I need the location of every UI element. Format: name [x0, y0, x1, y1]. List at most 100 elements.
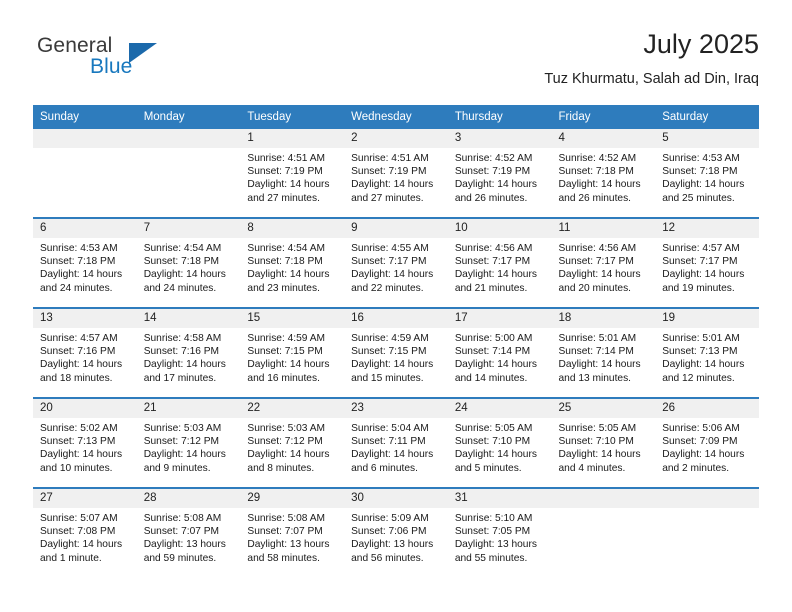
calendar-day-cell[interactable]: 29 Sunrise: 5:08 AM Sunset: 7:07 PM Dayligh…: [240, 487, 345, 577]
sunrise-time: Sunrise: 4:52 AM: [558, 153, 637, 164]
daylight-duration-line2: and 22 minutes.: [351, 282, 424, 294]
calendar-day-cell[interactable]: 19 Sunrise: 5:01 AM Sunset: 7:13 PM Dayligh…: [655, 307, 759, 398]
calendar-day-cell[interactable]: 18 Sunrise: 5:01 AM Sunset: 7:14 PM Dayligh…: [551, 307, 656, 398]
calendar-day-cell[interactable]: 3 Sunrise: 4:52 AM Sunset: 7:19 PM Daylight…: [447, 129, 552, 218]
sunrise-time: Sunrise: 4:51 AM: [247, 153, 325, 164]
sunset-time: Sunset: 7:13 PM: [662, 346, 738, 358]
daylight-duration-line2: and 20 minutes.: [558, 282, 632, 294]
daylight-duration-line2: and 27 minutes.: [247, 192, 320, 204]
calendar-day-cell[interactable]: 14 Sunrise: 4:58 AM Sunset: 7:16 PM Dayligh…: [136, 307, 241, 398]
calendar-day-cell[interactable]: 2 Sunrise: 4:51 AM Sunset: 7:19 PM Daylight…: [344, 129, 448, 218]
weekday-header-monday: Monday: [136, 105, 241, 129]
day-number: 17: [447, 309, 552, 328]
day-number: 14: [136, 309, 241, 328]
sunset-time: Sunset: 7:09 PM: [662, 436, 738, 448]
day-number: 6: [33, 219, 137, 238]
day-details: Sunrise: 5:03 AM Sunset: 7:12 PM Daylight:…: [137, 418, 241, 475]
calendar-day-cell[interactable]: 15 Sunrise: 4:59 AM Sunset: 7:15 PM Dayligh…: [240, 307, 345, 398]
calendar-week-row: 27 Sunrise: 5:07 AM Sunset: 7:08 PM Dayligh…: [33, 487, 759, 577]
day-details: [655, 508, 759, 512]
day-number: 31: [447, 489, 552, 508]
calendar-day-cell[interactable]: 1 Sunrise: 4:51 AM Sunset: 7:19 PM Daylight…: [240, 129, 345, 218]
sunrise-time: Sunrise: 5:01 AM: [558, 333, 637, 344]
sunrise-time: Sunrise: 4:53 AM: [40, 243, 118, 254]
daylight-duration-line2: and 56 minutes.: [351, 552, 424, 564]
daylight-duration-line2: and 16 minutes.: [247, 372, 320, 384]
day-details: Sunrise: 5:02 AM Sunset: 7:13 PM Daylight:…: [33, 418, 137, 475]
logo-text-blue: Blue: [90, 55, 133, 78]
day-details: Sunrise: 5:08 AM Sunset: 7:07 PM Daylight:…: [137, 508, 241, 565]
general-blue-logo[interactable]: General Blue: [33, 34, 263, 86]
daylight-duration-line1: Daylight: 14 hours: [40, 539, 123, 551]
calendar-day-cell[interactable]: 8 Sunrise: 4:54 AM Sunset: 7:18 PM Daylight…: [240, 217, 345, 308]
calendar-day-cell[interactable]: 16 Sunrise: 4:59 AM Sunset: 7:15 PM Dayligh…: [344, 307, 448, 398]
calendar-day-cell[interactable]: 4 Sunrise: 4:52 AM Sunset: 7:18 PM Daylight…: [551, 129, 656, 218]
day-details: Sunrise: 5:03 AM Sunset: 7:12 PM Daylight:…: [240, 418, 344, 475]
day-details: Sunrise: 5:07 AM Sunset: 7:08 PM Daylight:…: [33, 508, 137, 565]
sunset-time: Sunset: 7:19 PM: [247, 166, 323, 178]
day-details: Sunrise: 4:54 AM Sunset: 7:18 PM Daylight:…: [240, 238, 344, 295]
calendar-day-cell[interactable]: 10 Sunrise: 4:56 AM Sunset: 7:17 PM Dayligh…: [447, 217, 552, 308]
day-details: Sunrise: 5:01 AM Sunset: 7:14 PM Daylight:…: [552, 328, 656, 385]
daylight-duration-line2: and 26 minutes.: [558, 192, 632, 204]
daylight-duration-line1: Daylight: 13 hours: [247, 539, 330, 551]
day-details: Sunrise: 4:54 AM Sunset: 7:18 PM Daylight:…: [137, 238, 241, 295]
day-number: [136, 129, 241, 148]
daylight-duration-line2: and 5 minutes.: [454, 462, 522, 474]
day-number: [551, 489, 656, 508]
daylight-duration-line2: and 13 minutes.: [558, 372, 632, 384]
calendar-day-cell[interactable]: 5 Sunrise: 4:53 AM Sunset: 7:18 PM Daylight…: [655, 129, 759, 218]
calendar-day-cell[interactable]: 17 Sunrise: 5:00 AM Sunset: 7:14 PM Dayligh…: [447, 307, 552, 398]
day-details: Sunrise: 5:00 AM Sunset: 7:14 PM Daylight:…: [448, 328, 552, 385]
calendar-day-cell[interactable]: 13 Sunrise: 4:57 AM Sunset: 7:16 PM Dayligh…: [33, 307, 137, 398]
sunrise-time: Sunrise: 4:52 AM: [454, 153, 533, 164]
daylight-duration-line1: Daylight: 14 hours: [454, 179, 537, 191]
sunrise-time: Sunrise: 5:04 AM: [351, 423, 429, 434]
sunrise-time: Sunrise: 5:08 AM: [247, 513, 325, 524]
calendar-day-cell[interactable]: 22 Sunrise: 5:03 AM Sunset: 7:12 PM Dayligh…: [240, 397, 345, 488]
day-number: 9: [344, 219, 448, 238]
day-number: 13: [33, 309, 137, 328]
day-number: 23: [344, 399, 448, 418]
calendar-cell-empty: [655, 487, 759, 577]
daylight-duration-line2: and 21 minutes.: [454, 282, 528, 294]
day-number: 26: [655, 399, 759, 418]
calendar-body: 1 Sunrise: 4:51 AM Sunset: 7:19 PM Daylight…: [33, 129, 759, 577]
calendar-day-cell[interactable]: 11 Sunrise: 4:56 AM Sunset: 7:17 PM Dayligh…: [551, 217, 656, 308]
calendar-day-cell[interactable]: 23 Sunrise: 5:04 AM Sunset: 7:11 PM Dayligh…: [344, 397, 448, 488]
day-number: 20: [33, 399, 137, 418]
day-number: [33, 129, 137, 148]
day-number: 11: [551, 219, 656, 238]
calendar-day-cell[interactable]: 20 Sunrise: 5:02 AM Sunset: 7:13 PM Dayligh…: [33, 397, 137, 488]
calendar-day-cell[interactable]: 9 Sunrise: 4:55 AM Sunset: 7:17 PM Daylight…: [344, 217, 448, 308]
day-number: 4: [551, 129, 656, 148]
sunset-time: Sunset: 7:14 PM: [454, 346, 531, 358]
day-details: Sunrise: 5:08 AM Sunset: 7:07 PM Daylight:…: [240, 508, 344, 565]
daylight-duration-line1: Daylight: 13 hours: [454, 539, 537, 551]
daylight-duration-line2: and 25 minutes.: [662, 192, 735, 204]
calendar-day-cell[interactable]: 12 Sunrise: 4:57 AM Sunset: 7:17 PM Dayligh…: [655, 217, 759, 308]
calendar-day-cell[interactable]: 31 Sunrise: 5:10 AM Sunset: 7:05 PM Dayligh…: [447, 487, 552, 577]
daylight-duration-line2: and 24 minutes.: [143, 282, 217, 294]
sunrise-time: Sunrise: 5:02 AM: [40, 423, 118, 434]
calendar-day-cell[interactable]: 24 Sunrise: 5:05 AM Sunset: 7:10 PM Dayligh…: [447, 397, 552, 488]
day-details: Sunrise: 4:56 AM Sunset: 7:17 PM Daylight:…: [448, 238, 552, 295]
sunset-time: Sunset: 7:17 PM: [662, 256, 738, 268]
calendar-day-cell[interactable]: 30 Sunrise: 5:09 AM Sunset: 7:06 PM Dayligh…: [344, 487, 448, 577]
calendar-day-cell[interactable]: 21 Sunrise: 5:03 AM Sunset: 7:12 PM Dayligh…: [136, 397, 241, 488]
daylight-duration-line2: and 59 minutes.: [143, 552, 217, 564]
calendar-day-cell[interactable]: 25 Sunrise: 5:05 AM Sunset: 7:10 PM Dayligh…: [551, 397, 656, 488]
daylight-duration-line1: Daylight: 14 hours: [40, 449, 123, 461]
daylight-duration-line1: Daylight: 14 hours: [558, 269, 641, 281]
calendar-day-cell[interactable]: 28 Sunrise: 5:08 AM Sunset: 7:07 PM Dayligh…: [136, 487, 241, 577]
sunset-time: Sunset: 7:19 PM: [351, 166, 427, 178]
sunrise-time: Sunrise: 5:03 AM: [247, 423, 325, 434]
sunset-time: Sunset: 7:10 PM: [558, 436, 634, 448]
calendar-day-cell[interactable]: 6 Sunrise: 4:53 AM Sunset: 7:18 PM Daylight…: [33, 217, 137, 308]
sunset-time: Sunset: 7:18 PM: [558, 166, 634, 178]
calendar-day-cell[interactable]: 27 Sunrise: 5:07 AM Sunset: 7:08 PM Dayligh…: [33, 487, 137, 577]
weekday-header-thursday: Thursday: [447, 105, 552, 129]
calendar-day-cell[interactable]: 26 Sunrise: 5:06 AM Sunset: 7:09 PM Dayligh…: [655, 397, 759, 488]
day-details: Sunrise: 5:05 AM Sunset: 7:10 PM Daylight:…: [448, 418, 552, 475]
calendar-day-cell[interactable]: 7 Sunrise: 4:54 AM Sunset: 7:18 PM Daylight…: [136, 217, 241, 308]
